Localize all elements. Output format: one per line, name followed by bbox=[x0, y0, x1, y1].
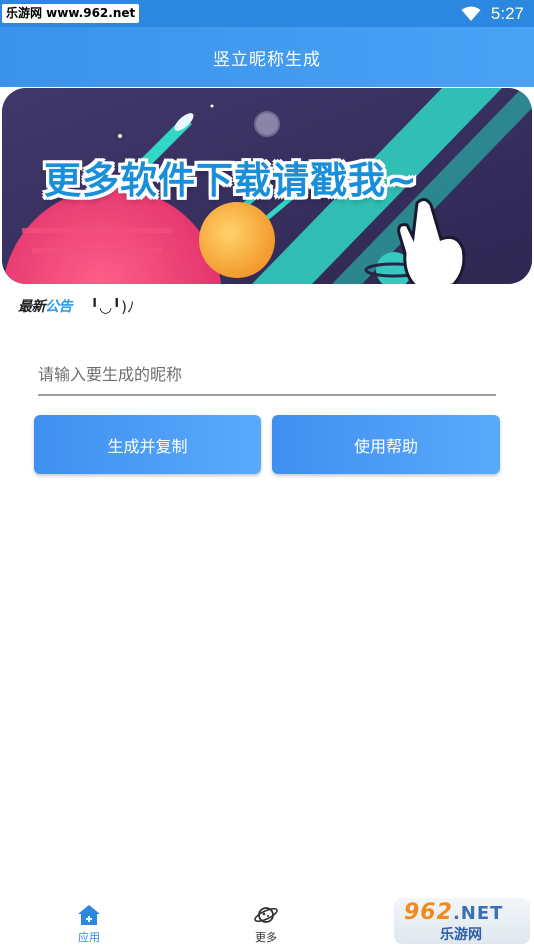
status-bar: 乐游网 www.962.net 5:27 bbox=[0, 0, 534, 27]
home-icon bbox=[78, 905, 100, 925]
announcement: 最新公告 ╹◡╹)ﾉ bbox=[18, 294, 135, 318]
app-header: 竖立昵称生成 bbox=[0, 27, 534, 87]
watermark-site-name: 乐游网 bbox=[440, 927, 482, 943]
nickname-input[interactable] bbox=[38, 355, 496, 393]
watermark-number: 962 bbox=[404, 900, 453, 925]
badge-part-2: 公告 bbox=[45, 299, 73, 315]
nav-label-app: 应用 bbox=[78, 931, 100, 944]
watermark-logo-text: 962.NET bbox=[404, 900, 503, 925]
status-icons: 5:27 bbox=[461, 0, 524, 27]
page-title: 竖立昵称生成 bbox=[213, 49, 321, 70]
announcement-badge: 最新公告 bbox=[18, 296, 73, 316]
announcement-text: ╹◡╹)ﾉ bbox=[90, 297, 135, 316]
banner-text: 更多软件下载请戳我~ bbox=[44, 159, 419, 202]
watermark-suffix: .NET bbox=[452, 903, 504, 924]
nickname-input-wrapper bbox=[38, 355, 496, 396]
promo-banner[interactable]: 更多软件下载请戳我~ bbox=[2, 88, 532, 284]
planet-icon bbox=[254, 907, 278, 923]
nav-item-app[interactable]: 应用 bbox=[59, 904, 119, 948]
help-button[interactable]: 使用帮助 bbox=[272, 415, 500, 474]
nav-label-more: 更多 bbox=[255, 931, 277, 944]
wifi-icon bbox=[461, 6, 481, 21]
watermark-logo: 962.NET 乐游网 bbox=[394, 898, 530, 944]
watermark-label: 乐游网 www.962.net bbox=[2, 4, 140, 23]
clock: 5:27 bbox=[490, 3, 524, 23]
generate-copy-button[interactable]: 生成并复制 bbox=[34, 415, 261, 474]
nav-item-more[interactable]: 更多 bbox=[236, 904, 296, 948]
badge-part-1: 最新 bbox=[18, 299, 46, 315]
